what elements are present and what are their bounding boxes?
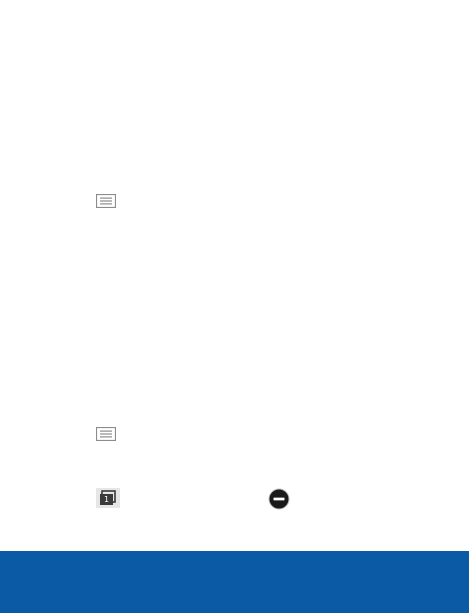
window-tabs-icon: 1 [96,488,120,508]
menu-icon [96,194,116,208]
remove-circle-icon [268,488,290,510]
tabs-count: 1 [103,495,110,504]
footer-bar [0,551,469,613]
manual-page: 1 [0,0,469,613]
menu-icon [96,427,116,441]
